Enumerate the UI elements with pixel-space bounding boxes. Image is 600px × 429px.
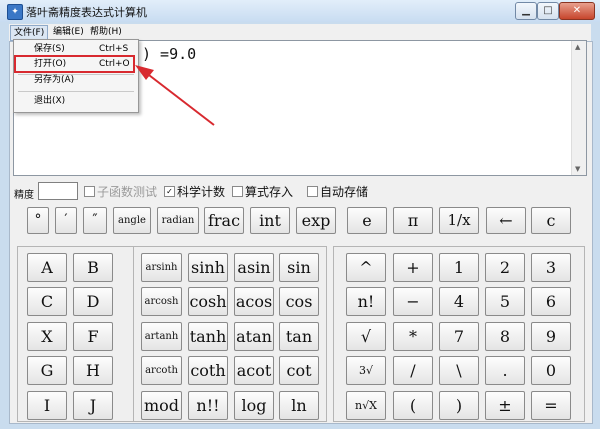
operator-button[interactable]: √ [346,322,386,351]
digit-button[interactable]: 3 [531,253,571,282]
scientific-notation-checkbox[interactable]: ✓ [164,186,175,197]
auto-save-label: 自动存储 [320,185,369,199]
menu-item-save-as[interactable]: 另存为(A) [15,73,137,88]
operator-button[interactable]: ^ [346,253,386,282]
menu-item-label: 另存为(A) [34,75,75,85]
operator-button[interactable]: + [393,253,433,282]
digit-button[interactable]: 8 [485,322,525,351]
menu-separator [18,91,134,92]
function-button[interactable]: sinh [188,253,228,282]
letter-button[interactable]: X [27,322,67,351]
digit-button[interactable]: = [531,391,571,420]
pi-button[interactable]: π [393,207,433,234]
letter-button[interactable]: I [27,391,67,420]
radian-button[interactable]: radian [157,207,199,234]
frac-button[interactable]: frac [204,207,244,234]
precision-input[interactable] [38,182,78,200]
second-button[interactable]: ″ [83,207,107,234]
save-formula-label: 算式存入 [245,185,294,199]
subfunction-test-label: 子函数测试 [97,185,158,199]
function-button[interactable]: cos [279,287,319,316]
scroll-down-icon[interactable]: ▼ [575,165,580,173]
save-formula-checkbox[interactable] [232,186,243,197]
title-bar: ✦ 落叶斋精度表达式计算机 ▁ □ ✕ [0,0,600,22]
function-button[interactable]: atan [234,322,274,351]
subfunction-test-checkbox[interactable] [84,186,95,197]
digit-button[interactable]: 9 [531,322,571,351]
function-button[interactable]: artanh [141,322,182,351]
angle-button[interactable]: angle [113,207,151,234]
operator-button[interactable]: n√X [346,391,386,420]
digit-button[interactable]: 2 [485,253,525,282]
minimize-button[interactable]: ▁ [515,2,537,20]
digit-button[interactable]: 4 [439,287,479,316]
digit-button[interactable]: 7 [439,322,479,351]
vertical-scrollbar[interactable]: ▲ ▼ [571,41,586,175]
function-button[interactable]: acot [234,356,274,385]
file-menu-dropdown: 保存(S) Ctrl+S 打开(O) Ctrl+O 另存为(A) 退出(X) [13,39,139,113]
function-button[interactable]: arsinh [141,253,182,282]
menu-help[interactable]: 帮助(H) [87,25,125,39]
exp-button[interactable]: exp [296,207,336,234]
operator-button[interactable]: * [393,322,433,351]
digit-button[interactable]: 1 [439,253,479,282]
digit-button[interactable]: . [485,356,525,385]
maximize-button[interactable]: □ [537,2,559,20]
window-title: 落叶斋精度表达式计算机 [26,6,147,19]
close-button[interactable]: ✕ [559,2,595,20]
function-button[interactable]: log [234,391,274,420]
digit-button[interactable]: \ [439,356,479,385]
letter-button[interactable]: F [73,322,113,351]
menu-edit[interactable]: 编辑(E) [50,25,87,39]
function-button[interactable]: arcoth [141,356,182,385]
precision-label: 精度 [14,190,34,201]
menu-item-label: 退出(X) [34,96,66,106]
function-button[interactable]: ln [279,391,319,420]
clear-button[interactable]: c [531,207,571,234]
letter-button[interactable]: B [73,253,113,282]
operator-button[interactable]: / [393,356,433,385]
int-button[interactable]: int [250,207,290,234]
digit-button[interactable]: ± [485,391,525,420]
auto-save-checkbox[interactable] [307,186,318,197]
backspace-button[interactable]: ← [486,207,526,234]
annotation-highlight-box [14,55,135,73]
letter-button[interactable]: D [73,287,113,316]
function-button[interactable]: cot [279,356,319,385]
letter-button[interactable]: J [73,391,113,420]
operator-button[interactable]: ( [393,391,433,420]
e-constant-button[interactable]: e [347,207,387,234]
scientific-notation-label: 科学计数 [177,185,226,199]
function-button[interactable]: tanh [188,322,228,351]
function-button[interactable]: cosh [188,287,228,316]
function-button[interactable]: mod [141,391,182,420]
letter-button[interactable]: H [73,356,113,385]
letter-button[interactable]: C [27,287,67,316]
function-button[interactable]: tan [279,322,319,351]
scroll-up-icon[interactable]: ▲ [575,43,580,51]
function-button[interactable]: coth [188,356,228,385]
digit-button[interactable]: 0 [531,356,571,385]
operator-button[interactable]: n! [346,287,386,316]
function-button[interactable]: acos [234,287,274,316]
function-button[interactable]: arcosh [141,287,182,316]
menu-item-exit[interactable]: 退出(X) [15,94,137,109]
letter-button[interactable]: A [27,253,67,282]
operator-button[interactable]: − [393,287,433,316]
letter-button[interactable]: G [27,356,67,385]
digit-button[interactable]: 6 [531,287,571,316]
calculator-icon: ✦ [7,4,23,20]
reciprocal-button[interactable]: 1/x [439,207,479,234]
degree-button[interactable]: ° [27,207,49,234]
operator-button[interactable]: 3√ [346,356,386,385]
digit-button[interactable]: 5 [485,287,525,316]
expression-text: ) =9.0 [142,45,197,63]
function-button[interactable]: asin [234,253,274,282]
digit-button[interactable]: ) [439,391,479,420]
function-button[interactable]: sin [279,253,319,282]
minute-button[interactable]: ′ [55,207,77,234]
function-button[interactable]: n!! [188,391,228,420]
